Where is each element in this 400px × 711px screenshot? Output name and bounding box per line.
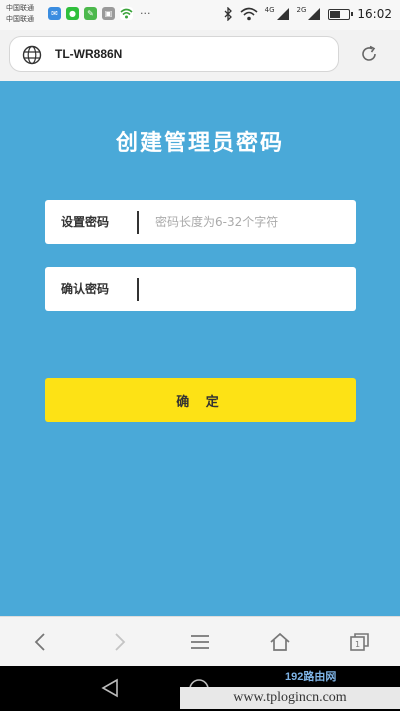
- set-password-label: 设置密码: [61, 215, 110, 229]
- svg-text:1: 1: [355, 640, 360, 649]
- set-password-field[interactable]: 设置密码: [45, 200, 356, 244]
- chevron-right-icon: [115, 633, 126, 651]
- message-notification-icon: ✎: [84, 7, 97, 20]
- page-title: 创建管理员密码: [115, 130, 284, 156]
- wifi-notification-icon: [120, 7, 133, 20]
- signal-icon: [308, 8, 321, 20]
- more-notifications-icon: ···: [140, 7, 151, 20]
- globe-icon: [22, 45, 42, 65]
- confirm-password-label: 确认密码: [61, 282, 110, 296]
- router-setup-page: 创建管理员密码 设置密码 确认密码 确 定: [0, 81, 400, 616]
- browser-address-area: TL-WR886N: [0, 30, 400, 81]
- wechat-notification-icon: ●: [66, 7, 79, 20]
- chevron-left-icon: [34, 633, 45, 651]
- reload-icon[interactable]: [359, 44, 379, 64]
- android-back-icon[interactable]: [100, 678, 120, 698]
- signal-icon: [276, 8, 289, 20]
- battery-icon: [328, 8, 354, 20]
- home-button[interactable]: [268, 630, 292, 654]
- address-text[interactable]: TL-WR886N: [55, 47, 122, 61]
- android-navigation-bar: 192路由网 www.tplogincn.com: [0, 666, 400, 711]
- home-icon: [270, 632, 290, 651]
- address-bar[interactable]: TL-WR886N: [9, 36, 339, 72]
- signal-type-label: 2G: [296, 6, 307, 14]
- battery-fill: [330, 10, 341, 18]
- browser-toolbar: 1: [0, 616, 400, 666]
- system-icons: 4G 2G 16:02: [224, 6, 392, 22]
- menu-icon: [191, 635, 209, 649]
- set-password-input[interactable]: [155, 210, 345, 234]
- confirm-password-input[interactable]: [155, 277, 345, 301]
- confirm-password-field[interactable]: 确认密码: [45, 267, 356, 311]
- menu-button[interactable]: [188, 630, 212, 654]
- image-notification-icon: ▣: [102, 7, 115, 20]
- notification-icons: ✉ ● ✎ ▣ ···: [48, 7, 151, 20]
- forward-button[interactable]: [108, 630, 132, 654]
- status-time: 16:02: [357, 7, 392, 21]
- chat-notification-icon: ✉: [48, 7, 61, 20]
- tabs-button[interactable]: 1: [348, 630, 372, 654]
- back-button[interactable]: [28, 630, 52, 654]
- signal-type-label: 4G: [264, 6, 275, 14]
- bluetooth-icon: [224, 7, 232, 21]
- watermark-site: www.tplogincn.com: [180, 687, 400, 709]
- wifi-icon: [240, 7, 258, 21]
- status-bar: 中国联通 中国联通 ✉ ● ✎ ▣ ··· 4G 2G 16:02: [0, 0, 400, 30]
- carrier-info: 中国联通 中国联通: [6, 3, 34, 25]
- text-cursor: [137, 211, 139, 234]
- watermark-logo: 192路由网: [285, 671, 337, 683]
- tabs-icon: 1: [350, 633, 369, 651]
- carrier-line: 中国联通: [6, 4, 34, 12]
- confirm-button[interactable]: 确 定: [45, 378, 356, 422]
- text-cursor: [137, 278, 139, 301]
- carrier-line: 中国联通: [6, 15, 34, 23]
